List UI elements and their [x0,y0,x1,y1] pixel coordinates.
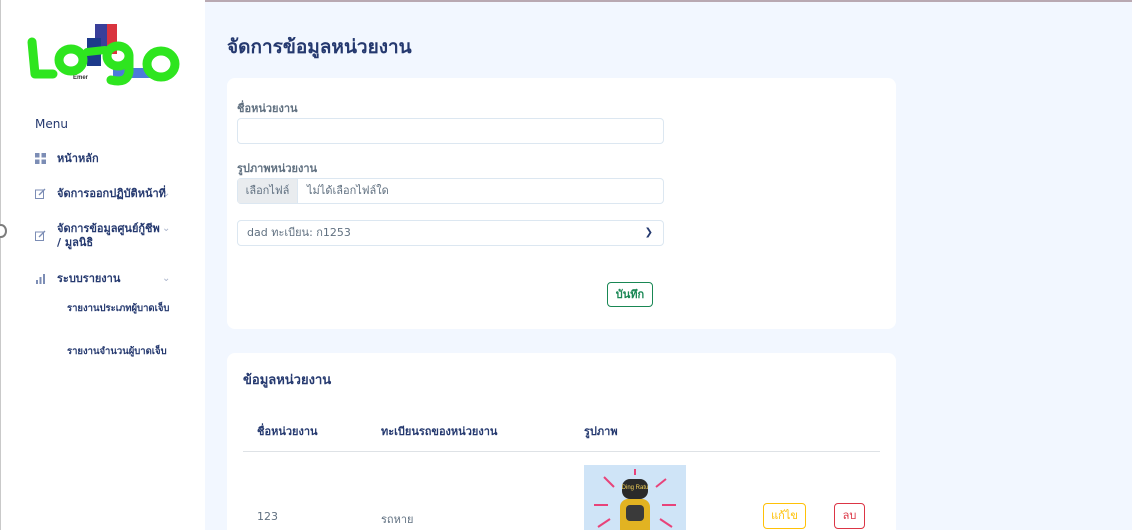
page-title: จัดการข้อมูลหน่วยงาน [227,36,412,58]
chevron-down-icon[interactable]: ⌄ [162,223,170,234]
delete-button[interactable]: ลบ [834,503,865,529]
file-status: ไม่ได้เลือกไฟล์ใด [307,184,389,197]
table-title: ข้อมูลหน่วยงาน [243,373,332,388]
choose-file-button[interactable]: เลือกไฟล์ [238,179,298,203]
column-header-name: ชื่อหน่วยงาน [257,425,318,438]
column-header-image: รูปภาพ [584,425,618,438]
edit-button[interactable]: แก้ไข [763,503,806,529]
logo-subtext: Emer [73,75,89,81]
name-field[interactable] [237,118,664,144]
chevron-down-icon: ❯ [644,227,653,238]
sidebar-item-label: หน้าหลัก [57,152,99,165]
sidebar-item-label: จัดการข้อมูลศูนย์กู้ชีพ / มูลนิธิ [57,222,160,249]
vehicle-select[interactable]: dad ทะเบียน: ก1253 ❯ [237,220,664,246]
logo-image: Emer [27,24,180,86]
cell-name: 123 [257,510,278,523]
agency-image: Ding Ratu [584,465,686,530]
sidebar-item-label: ระบบรายงาน [57,272,121,285]
chevron-down-icon[interactable]: ⌄ [162,273,170,284]
menu-title: Menu [35,117,68,131]
form-card: ชื่อหน่วยงาน รูปภาพหน่วยงาน เลือกไฟล์ ไม… [227,78,896,329]
sidebar: Emer Menu หน้าหลัก จัดการออกปฏิบัติหน้าท [0,0,205,530]
sidebar-subitem-injury-count-report[interactable]: รายงานจำนวนผู้บาดเจ็บ [67,345,177,359]
sidebar-item-home[interactable]: หน้าหลัก [35,152,99,166]
sidebar-item-rescue-center[interactable]: จัดการข้อมูลศูนย์กู้ชีพ / มูลนิธิ [35,222,165,250]
table-card: ข้อมูลหน่วยงาน ชื่อหน่วยงาน ทะเบียนรถของ… [227,353,896,530]
save-button[interactable]: บันทึก [607,282,653,307]
pencil-square-icon [35,188,47,200]
logo[interactable]: Emer [23,22,188,88]
pencil-square-icon [35,230,47,242]
sidebar-item-label: จัดการออกปฏิบัติหน้าที่ [57,187,166,200]
file-input[interactable]: เลือกไฟล์ ไม่ได้เลือกไฟล์ใด [237,178,664,204]
table-header-divider [243,451,880,452]
sidebar-item-reports[interactable]: ระบบรายงาน [35,272,120,286]
name-field-label: ชื่อหน่วยงาน [237,102,298,115]
vehicle-select-value: dad ทะเบียน: ก1253 [247,226,351,239]
sidebar-item-duty[interactable]: จัดการออกปฏิบัติหน้าที่ [35,187,166,201]
resize-handle[interactable] [0,224,7,238]
grid-icon [35,153,47,165]
image-field-label: รูปภาพหน่วยงาน [237,162,318,175]
column-header-plate: ทะเบียนรถของหน่วยงาน [381,425,498,438]
image-caption: Ding Ratu [622,485,649,491]
sidebar-subitem-injury-type-report[interactable]: รายงานประเภทผู้บาดเจ็บ [67,302,177,316]
cell-plate: รถหาย [381,513,414,526]
chevron-down-icon[interactable]: ⌄ [162,188,170,199]
bar-chart-icon [35,273,47,285]
